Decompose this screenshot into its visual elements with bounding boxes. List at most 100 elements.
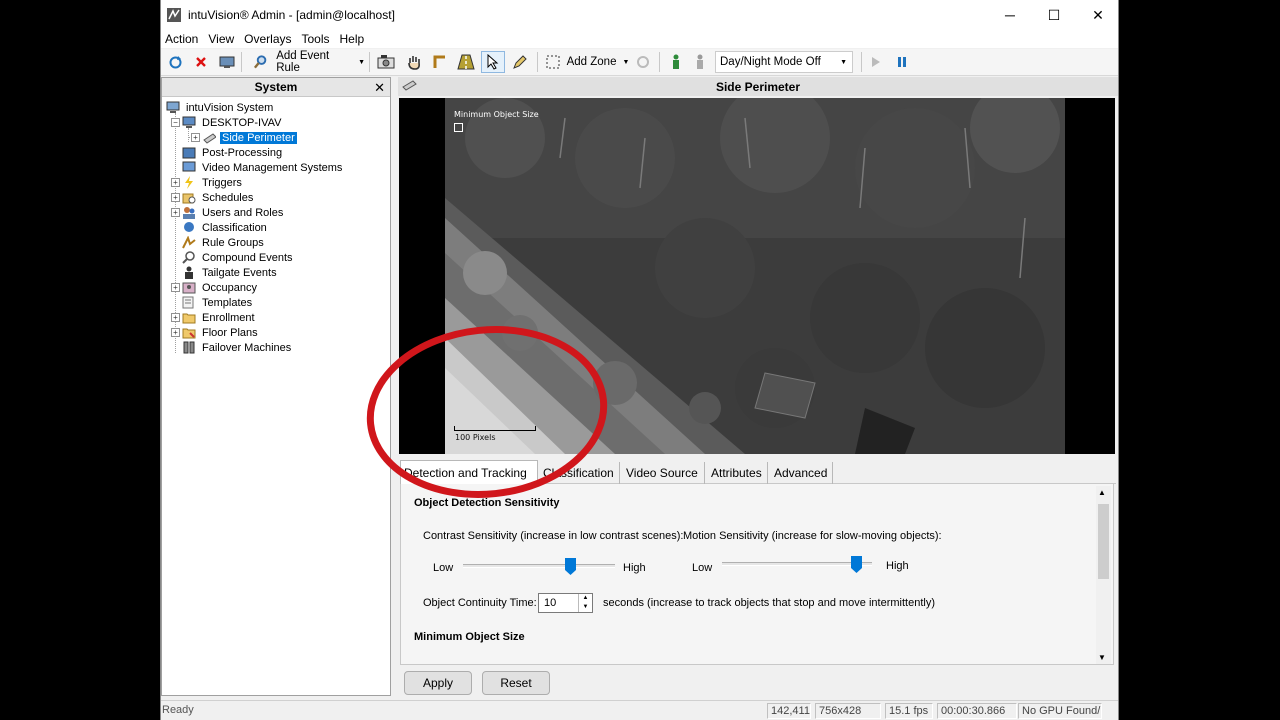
menu-help[interactable]: Help — [336, 32, 369, 46]
tree-item-triggers[interactable]: Triggers — [182, 175, 244, 190]
vms-icon — [182, 161, 196, 174]
motion-slider-thumb[interactable] — [851, 556, 862, 574]
object-continuity-value[interactable]: 10 — [539, 597, 556, 609]
scroll-up-icon[interactable]: ▲ — [1098, 488, 1106, 497]
tree-item-label: Side Perimeter — [220, 131, 297, 144]
object-continuity-stepper[interactable]: 10 ▲ ▼ — [538, 593, 593, 613]
apply-button[interactable]: Apply — [404, 671, 472, 695]
schedule-icon — [182, 191, 196, 204]
expand-toggle[interactable]: + — [171, 328, 180, 337]
close-icon[interactable]: ✕ — [374, 80, 385, 96]
camera-small-icon — [402, 79, 418, 94]
tree-item-label: intuVision System — [186, 101, 274, 114]
tree-item-label: Occupancy — [202, 281, 258, 294]
tree-item-tailgate-events[interactable]: Tailgate Events — [182, 265, 279, 280]
zone-options-button[interactable] — [633, 51, 653, 73]
status-fps: 15.1 fps — [885, 703, 933, 719]
computer-icon — [182, 116, 196, 129]
tree-item-label: Classification — [202, 221, 267, 234]
tab-attributes[interactable]: Attributes — [708, 462, 768, 484]
select-tool-button[interactable] — [481, 51, 505, 73]
spin-up-icon[interactable]: ▲ — [579, 594, 592, 603]
motion-sensitivity-slider[interactable] — [722, 554, 872, 576]
tree-item-rule-groups[interactable]: Rule Groups — [182, 235, 266, 250]
tree-item-label: Failover Machines — [202, 341, 292, 354]
spin-buttons[interactable]: ▲ ▼ — [578, 594, 592, 612]
contrast-slider-thumb[interactable] — [565, 558, 576, 576]
tree-item-post-processing[interactable]: Post-Processing — [182, 145, 284, 160]
scroll-down-icon[interactable]: ▼ — [1098, 653, 1106, 662]
pan-tool-button[interactable] — [403, 51, 425, 73]
menu-view[interactable]: View — [204, 32, 238, 46]
menu-overlays[interactable]: Overlays — [240, 32, 295, 46]
scrollbar-thumb[interactable] — [1098, 504, 1109, 579]
expand-toggle[interactable]: + — [171, 313, 180, 322]
person-button[interactable] — [667, 51, 685, 73]
status-time: 00:00:30.866 — [937, 703, 1017, 719]
menu-action[interactable]: Action — [161, 32, 202, 46]
tree-item-floor-plans[interactable]: Floor Plans — [182, 325, 260, 340]
edit-zone-button[interactable] — [509, 51, 531, 73]
object-continuity-suffix: seconds (increase to track objects that … — [603, 597, 935, 609]
tree-item-label: Compound Events — [202, 251, 293, 264]
expand-toggle[interactable]: + — [171, 283, 180, 292]
minimize-button[interactable]: ─ — [988, 0, 1032, 30]
maximize-button[interactable]: ☐ — [1032, 0, 1076, 30]
occupancy-icon — [182, 281, 196, 294]
min-object-size-box[interactable] — [454, 123, 463, 132]
camera-button[interactable] — [375, 51, 397, 73]
monitor-button[interactable] — [217, 51, 237, 73]
expand-toggle[interactable]: + — [191, 133, 200, 142]
tab-video-source[interactable]: Video Source — [623, 462, 705, 484]
person-gray-button[interactable] — [691, 51, 709, 73]
status-gpu: No GPU Found/Ir — [1018, 703, 1102, 719]
expand-toggle[interactable]: + — [171, 193, 180, 202]
motion-sensitivity-label: Motion Sensitivity (increase for slow-mo… — [683, 530, 942, 542]
contrast-sensitivity-slider[interactable] — [463, 556, 615, 578]
tailgate-icon — [182, 266, 196, 279]
motion-high-label: High — [886, 560, 909, 572]
ruler-tool-button[interactable] — [429, 51, 451, 73]
video-header: Side Perimeter — [398, 77, 1118, 96]
tree-item-enrollment[interactable]: Enrollment — [182, 310, 257, 325]
pointer-icon — [487, 54, 499, 70]
expand-toggle[interactable]: + — [171, 208, 180, 217]
tree-item-compound-events[interactable]: Compound Events — [182, 250, 295, 265]
tree-item-failover-machines[interactable]: Failover Machines — [182, 340, 293, 355]
day-night-mode-dropdown[interactable]: Day/Night Mode Off ▼ — [715, 51, 853, 73]
pause-button[interactable] — [893, 51, 911, 73]
play-icon — [872, 57, 880, 67]
system-panel-header: System ✕ — [162, 78, 390, 97]
tree-item-label: DESKTOP-IVAV — [202, 116, 282, 129]
play-button[interactable] — [867, 51, 885, 73]
tree-item-templates[interactable]: Templates — [182, 295, 254, 310]
tree-item-desktop-ivav[interactable]: DESKTOP-IVAV — [182, 115, 283, 130]
add-event-rule-button[interactable]: Add Event Rule ▼ — [253, 50, 365, 74]
tree-item-side-perimeter[interactable]: Side Perimeter — [202, 130, 297, 145]
menu-tools[interactable]: Tools — [298, 32, 334, 46]
refresh-button[interactable] — [165, 51, 185, 73]
classification-icon — [182, 221, 196, 234]
monitor-icon — [219, 56, 235, 68]
road-tool-button[interactable] — [455, 51, 477, 73]
expand-toggle[interactable]: + — [171, 178, 180, 187]
tree-item-users-and-roles[interactable]: Users and Roles — [182, 205, 285, 220]
camera-icon — [202, 131, 216, 144]
collapse-toggle[interactable]: − — [171, 118, 180, 127]
tree-item-schedules[interactable]: Schedules — [182, 190, 255, 205]
chevron-down-icon: ▼ — [622, 58, 630, 66]
tree-item-classification[interactable]: Classification — [182, 220, 269, 235]
delete-button[interactable] — [191, 51, 211, 73]
add-zone-button[interactable]: Add Zone ▼ — [543, 51, 631, 73]
reset-button[interactable]: Reset — [482, 671, 550, 695]
video-title: Side Perimeter — [715, 79, 801, 94]
tree-item-occupancy[interactable]: Occupancy — [182, 280, 259, 295]
close-button[interactable]: ✕ — [1076, 0, 1120, 30]
tab-advanced[interactable]: Advanced — [771, 462, 833, 484]
add-zone-label: Add Zone — [566, 56, 617, 68]
spin-down-icon[interactable]: ▼ — [579, 603, 592, 612]
settings-scrollbar[interactable]: ▲ ▼ — [1096, 486, 1111, 664]
ruler-icon — [433, 55, 445, 68]
tree-item-video-management-systems[interactable]: Video Management Systems — [182, 160, 344, 175]
tree-item-intuvision-system[interactable]: intuVision System — [166, 100, 275, 115]
